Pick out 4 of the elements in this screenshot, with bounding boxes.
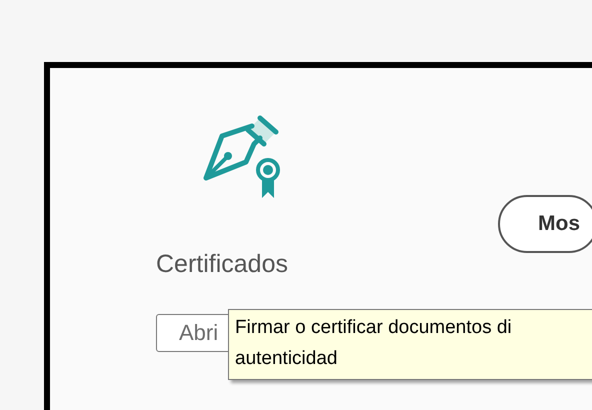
tooltip-text: Firmar o certificar documentos di [235, 316, 513, 340]
tooltip-text: autenticidad [235, 347, 338, 371]
show-button[interactable]: Mos [498, 195, 592, 253]
card-title: Certificados [156, 249, 289, 280]
